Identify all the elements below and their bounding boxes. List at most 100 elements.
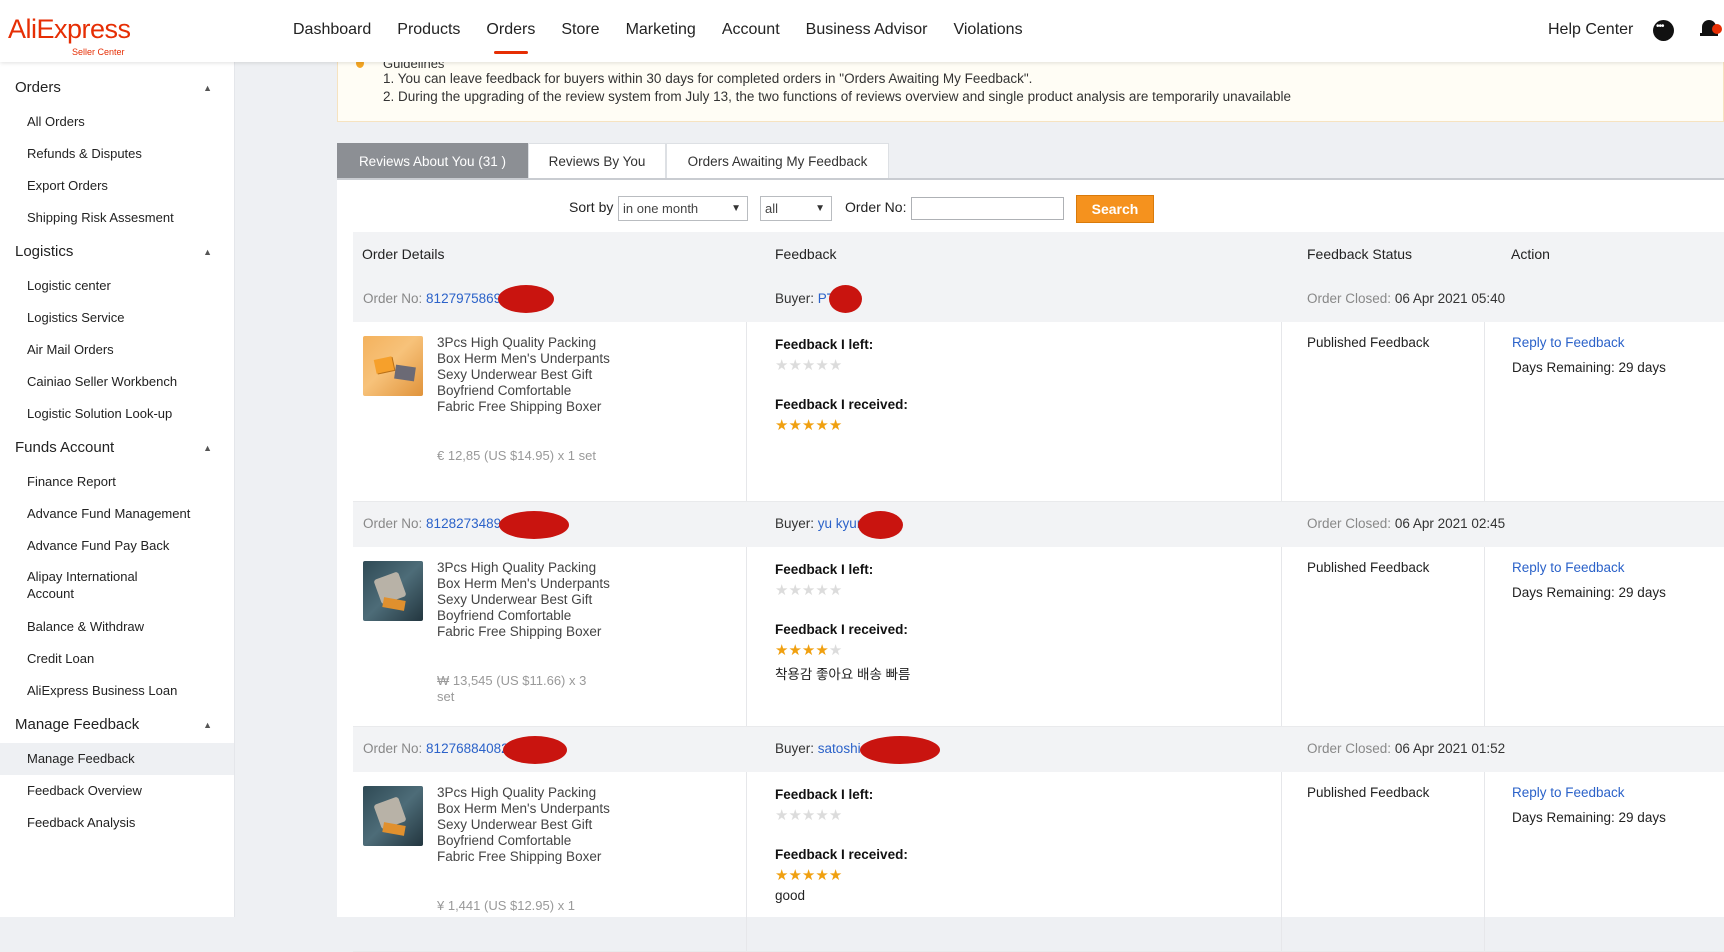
help-center-link[interactable]: Help Center [1548,0,1633,60]
product-thumbnail[interactable] [363,786,423,846]
sidebar-item-finance-report[interactable]: Finance Report [0,466,234,498]
period-select[interactable]: in one month ▼ [618,196,748,221]
chat-icon[interactable] [1653,20,1674,41]
sidebar-item-business-loan[interactable]: AliExpress Business Loan [0,675,234,707]
tab-reviews-by-you[interactable]: Reviews By You [528,143,666,178]
collapse-icon[interactable]: ▲ [203,70,212,106]
star-empty-icon: ★ [828,357,843,374]
star-empty-icon: ★ [788,582,802,599]
sidebar-item-balance-withdraw[interactable]: Balance & Withdraw [0,611,234,643]
star-empty-icon: ★ [775,807,789,824]
sidebar-group-title[interactable]: Logistics ▲ [0,234,234,270]
sidebar-item-all-orders[interactable]: All Orders [0,106,234,138]
redaction-mark [829,285,862,313]
nav-business-advisor[interactable]: Business Advisor [793,0,941,62]
logo-subtitle: Seller Center [72,47,125,57]
order-number-link[interactable]: 8127975869 [426,291,501,306]
sidebar-item-advance-fund-pay-back[interactable]: Advance Fund Pay Back [0,530,234,562]
sidebar-item-credit-loan[interactable]: Credit Loan [0,643,234,675]
buyer-link[interactable]: satoshi [818,741,861,756]
buyer-name: Buyer: satoshi [775,741,861,756]
sidebar-item-refunds-disputes[interactable]: Refunds & Disputes [0,138,234,170]
column-action: Action [1511,246,1550,262]
star-filled-icon: ★ [815,867,829,884]
order-row-body: 3Pcs High Quality Packing Box Herm Men's… [353,772,1724,952]
sidebar-group-logistics: Logistics ▲ Logistic center Logistics Ser… [0,234,234,430]
bell-icon[interactable] [1700,18,1722,38]
star-filled-icon: ★ [801,642,816,659]
tab-orders-awaiting-feedback[interactable]: Orders Awaiting My Feedback [666,143,889,178]
nav-marketing[interactable]: Marketing [613,0,709,62]
sidebar-item-advance-fund-management[interactable]: Advance Fund Management [0,498,234,530]
product-thumbnail[interactable] [363,336,423,396]
product-thumbnail[interactable] [363,561,423,621]
nav-violations[interactable]: Violations [940,0,1035,62]
dropdown-arrow-icon: ▼ [731,203,741,214]
nav-orders[interactable]: Orders [473,0,548,62]
days-remaining: Days Remaining: 29 days [1512,810,1666,825]
sidebar-item-export-orders[interactable]: Export Orders [0,170,234,202]
aliexpress-logo[interactable]: AliExpress Seller Center [8,14,131,57]
sidebar-group-title[interactable]: Manage Feedback ▲ [0,707,234,743]
order-number: Order No: 8128273489 [363,516,502,531]
order-row-header: Order No: 81276884082 Buyer: satoshi Ord… [353,727,1724,772]
redaction-mark [499,511,569,539]
collapse-icon[interactable]: ▲ [203,430,212,466]
star-empty-icon: ★ [788,807,802,824]
reply-to-feedback-link[interactable]: Reply to Feedback [1512,560,1625,575]
buyer-name: Buyer: yu kyun [775,516,865,531]
collapse-icon[interactable]: ▲ [203,707,212,743]
sidebar-item-manage-feedback[interactable]: Manage Feedback [0,743,234,775]
sidebar-item-feedback-analysis[interactable]: Feedback Analysis [0,807,234,839]
sidebar-item-cainiao-workbench[interactable]: Cainiao Seller Workbench [0,366,234,398]
days-remaining: Days Remaining: 29 days [1512,585,1666,600]
dropdown-arrow-icon: ▼ [815,203,825,214]
sidebar-group-title[interactable]: Orders ▲ [0,70,234,106]
reply-to-feedback-link[interactable]: Reply to Feedback [1512,335,1625,350]
star-filled-icon: ★ [775,867,789,884]
sidebar-item-shipping-risk[interactable]: Shipping Risk Assesment [0,202,234,234]
star-empty-icon: ★ [828,642,843,659]
filter-bar: Sort by in one month ▼ all ▼ Order No: Sea… [337,180,1724,232]
collapse-icon[interactable]: ▲ [203,234,212,270]
notification-dot [1712,24,1722,34]
sidebar-item-logistics-service[interactable]: Logistics Service [0,302,234,334]
reply-to-feedback-link[interactable]: Reply to Feedback [1512,785,1625,800]
tab-reviews-about-you[interactable]: Reviews About You (31 ) [337,143,528,178]
order-no-input[interactable] [911,197,1064,220]
feedback-comment: 착용감 좋아요 배송 빠름 [775,667,911,682]
order-number-link[interactable]: 8128273489 [426,516,501,531]
star-filled-icon: ★ [815,642,829,659]
order-number: Order No: 81276884082 [363,741,509,756]
order-number: Order No: 8127975869 [363,291,502,306]
nav-account[interactable]: Account [709,0,793,62]
sidebar-item-feedback-overview[interactable]: Feedback Overview [0,775,234,807]
star-empty-icon: ★ [815,582,829,599]
order-row-header: Order No: 8127975869 Buyer: PT Order Clo… [353,277,1724,322]
product-title[interactable]: 3Pcs High Quality Packing Box Herm Men's… [437,335,612,415]
redaction-mark [498,285,554,313]
column-order-details: Order Details [362,246,445,262]
star-filled-icon: ★ [775,642,789,659]
feedback-tabs: Reviews About You (31 ) Reviews By You O… [337,143,1724,180]
star-empty-icon: ★ [801,807,816,824]
nav-dashboard[interactable]: Dashboard [280,0,384,62]
search-button[interactable]: Search [1076,195,1154,223]
order-number-link[interactable]: 81276884082 [426,741,509,756]
sidebar-item-alipay-account[interactable]: Alipay International Account [0,562,234,611]
redaction-mark [860,736,940,764]
type-select[interactable]: all ▼ [760,196,832,221]
nav-products[interactable]: Products [384,0,473,62]
sidebar-item-logistic-center[interactable]: Logistic center [0,270,234,302]
nav-store[interactable]: Store [548,0,612,62]
star-empty-icon: ★ [815,807,829,824]
star-empty-icon: ★ [775,357,789,374]
product-title[interactable]: 3Pcs High Quality Packing Box Herm Men's… [437,785,612,865]
order-row-body: 3Pcs High Quality Packing Box Herm Men's… [353,322,1724,502]
product-title[interactable]: 3Pcs High Quality Packing Box Herm Men's… [437,560,612,640]
sidebar-item-logistic-solution[interactable]: Logistic Solution Look-up [0,398,234,430]
sidebar-item-air-mail-orders[interactable]: Air Mail Orders [0,334,234,366]
sidebar-group-title[interactable]: Funds Account ▲ [0,430,234,466]
feedback-left-label: Feedback I left: [775,562,874,577]
feedback-received-stars: ★★★★★ [775,643,842,659]
